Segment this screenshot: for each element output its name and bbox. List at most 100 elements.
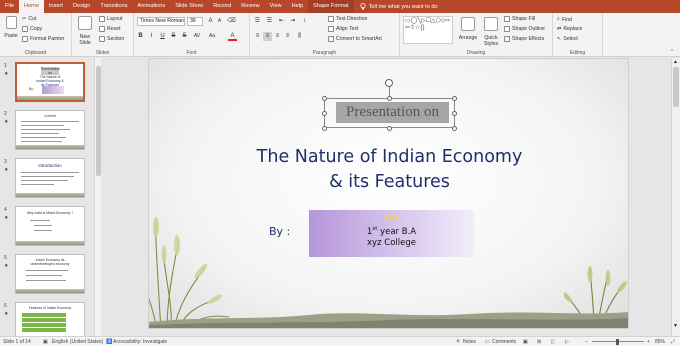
font-group: Times New Roman 36 A A ⌫ B I U S S AV Aa…	[134, 13, 250, 57]
tab-review[interactable]: Review	[236, 0, 264, 13]
shape-effects-button[interactable]: Shape Effects	[504, 36, 544, 42]
presenter-info-box[interactable]: xyz 1st year B.A xyz College	[309, 210, 474, 257]
resize-handle[interactable]	[387, 126, 392, 131]
change-case-button[interactable]: Aa	[206, 32, 218, 41]
new-slide-button[interactable]: New Slide	[75, 16, 95, 46]
align-center-button[interactable]: ≡	[263, 32, 272, 41]
justify-button[interactable]: ≡	[283, 32, 292, 41]
resize-handle[interactable]	[322, 111, 327, 116]
bullets-button[interactable]: ☰	[253, 17, 262, 26]
align-right-button[interactable]: ≡	[273, 32, 282, 41]
zoom-out-button[interactable]: −	[585, 339, 588, 345]
thumbnail-slide-5[interactable]: Indian Economy as underdeveloped economy	[15, 254, 85, 294]
strikethrough-button[interactable]: S	[180, 32, 189, 41]
shadow-button[interactable]: S	[169, 32, 178, 41]
thumbnail-slide-6[interactable]: Features of Indian Economy	[15, 302, 85, 336]
slide-sorter-icon[interactable]: ⊞	[537, 339, 541, 345]
italic-button[interactable]: I	[147, 32, 156, 41]
notes-button[interactable]: Notes	[463, 339, 476, 345]
tab-file[interactable]: File	[0, 0, 19, 13]
by-label[interactable]: By :	[269, 225, 290, 238]
zoom-slider-thumb[interactable]	[616, 339, 619, 345]
increase-indent-button[interactable]: ⇥	[288, 17, 297, 26]
scrollbar-thumb[interactable]	[673, 67, 679, 107]
presentation-on-text[interactable]: Presentation on	[336, 102, 449, 123]
zoom-level[interactable]: 85%	[655, 339, 665, 345]
thumbnail-slide-2[interactable]: Content	[15, 110, 85, 150]
find-button[interactable]: ⌕ Find	[557, 16, 572, 23]
tab-slide-show[interactable]: Slide Show	[170, 0, 208, 13]
tab-home[interactable]: Home	[19, 0, 44, 13]
cut-button[interactable]: ✂ Cut	[22, 16, 36, 22]
font-color-button[interactable]: A	[228, 32, 237, 41]
fit-to-window-icon[interactable]: ⤢	[671, 339, 675, 345]
thumbnail-title: Why India is Mixed Economy ?	[26, 211, 74, 215]
shape-outline-button[interactable]: Shape Outline	[504, 26, 545, 32]
thumbnail-slide-3[interactable]: Introduction	[15, 158, 85, 198]
language-indicator[interactable]: English (United States)	[52, 339, 103, 345]
tab-transitions[interactable]: Transitions	[95, 0, 132, 13]
tab-design[interactable]: Design	[68, 0, 95, 13]
align-left-button[interactable]: ≡	[253, 32, 262, 41]
reading-view-icon[interactable]: ▯	[551, 339, 554, 345]
shape-fill-button[interactable]: Shape Fill	[504, 16, 535, 22]
clear-formatting-button[interactable]: ⌫	[227, 17, 236, 26]
font-size-dropdown[interactable]: 36	[187, 17, 203, 26]
font-name-dropdown[interactable]: Times New Roman	[137, 17, 185, 26]
current-slide[interactable]: Presentation on The Nature of Indian Eco…	[148, 58, 629, 329]
select-button[interactable]: ↖ Select	[557, 36, 578, 42]
arrange-button[interactable]: Arrange	[458, 17, 478, 41]
thumbnail-slide-4[interactable]: Why India is Mixed Economy ?	[15, 206, 85, 246]
comments-button[interactable]: Comments	[492, 339, 516, 345]
decrease-indent-button[interactable]: ⇤	[277, 17, 286, 26]
tab-shape-format[interactable]: Shape Format	[308, 0, 354, 13]
scroll-down-arrow-icon[interactable]: ▼	[673, 323, 678, 329]
numbering-button[interactable]: ☰	[265, 17, 274, 26]
align-text-label: Align Text	[336, 26, 359, 32]
resize-handle[interactable]	[322, 96, 327, 101]
accessibility-status[interactable]: Accessibility: Investigate	[113, 339, 167, 345]
rotate-handle[interactable]	[385, 79, 393, 87]
tab-record[interactable]: Record	[208, 0, 236, 13]
format-painter-button[interactable]: Format Painter	[22, 36, 64, 42]
underline-button[interactable]: U	[158, 32, 167, 41]
copy-button[interactable]: Copy	[22, 26, 42, 32]
align-text-button[interactable]: Align Text	[328, 26, 358, 32]
tab-help[interactable]: Help	[287, 0, 309, 13]
section-button[interactable]: Section	[99, 36, 124, 42]
zoom-in-button[interactable]: +	[647, 339, 650, 345]
quick-styles-button[interactable]: Quick Styles	[481, 17, 501, 47]
shapes-gallery[interactable]: ▭◯╲▷☐△⬠◇⇨⇦⇧☆{}	[403, 16, 453, 44]
text-direction-button[interactable]: Text Direction	[328, 16, 367, 22]
slide-title[interactable]: The Nature of Indian Economy & its Featu…	[189, 145, 590, 195]
collapse-ribbon-button[interactable]: ⌃	[670, 49, 674, 55]
normal-view-icon[interactable]: ▣	[523, 339, 528, 345]
thumbnail-slide-1[interactable]: Presentation on The Nature of Indian Eco…	[15, 62, 85, 102]
shrink-font-button[interactable]: A	[215, 17, 224, 26]
columns-button[interactable]: ⫼	[295, 32, 304, 41]
thumbnail-number: 3	[4, 159, 7, 165]
resize-handle[interactable]	[387, 96, 392, 101]
reset-button[interactable]: Reset	[99, 26, 121, 32]
layout-button[interactable]: Layout	[99, 16, 123, 22]
resize-handle[interactable]	[452, 96, 457, 101]
scroll-up-arrow-icon[interactable]: ▲	[673, 59, 678, 65]
tab-insert[interactable]: Insert	[44, 0, 68, 13]
tab-view[interactable]: View	[265, 0, 287, 13]
bold-button[interactable]: B	[136, 32, 145, 41]
spell-check-icon[interactable]: ▣	[43, 339, 48, 345]
resize-handle[interactable]	[452, 111, 457, 116]
slideshow-icon[interactable]: ▷	[565, 339, 569, 345]
tell-me-search[interactable]: Tell me what you want to do	[359, 3, 438, 10]
grow-font-button[interactable]: A	[206, 17, 215, 26]
resize-handle[interactable]	[322, 126, 327, 131]
line-spacing-button[interactable]: ↕	[300, 17, 309, 26]
slide-scrollbar[interactable]: ▲ ▼	[671, 58, 680, 336]
replace-button[interactable]: ⇄ Replace	[557, 26, 582, 32]
character-spacing-button[interactable]: AV	[191, 32, 203, 41]
thumbnail-scrollbar[interactable]	[94, 58, 101, 336]
paste-button[interactable]: Paste	[4, 16, 18, 39]
convert-smartart-button[interactable]: Convert to SmartArt	[328, 36, 382, 42]
tab-animations[interactable]: Animations	[133, 0, 171, 13]
resize-handle[interactable]	[452, 126, 457, 131]
